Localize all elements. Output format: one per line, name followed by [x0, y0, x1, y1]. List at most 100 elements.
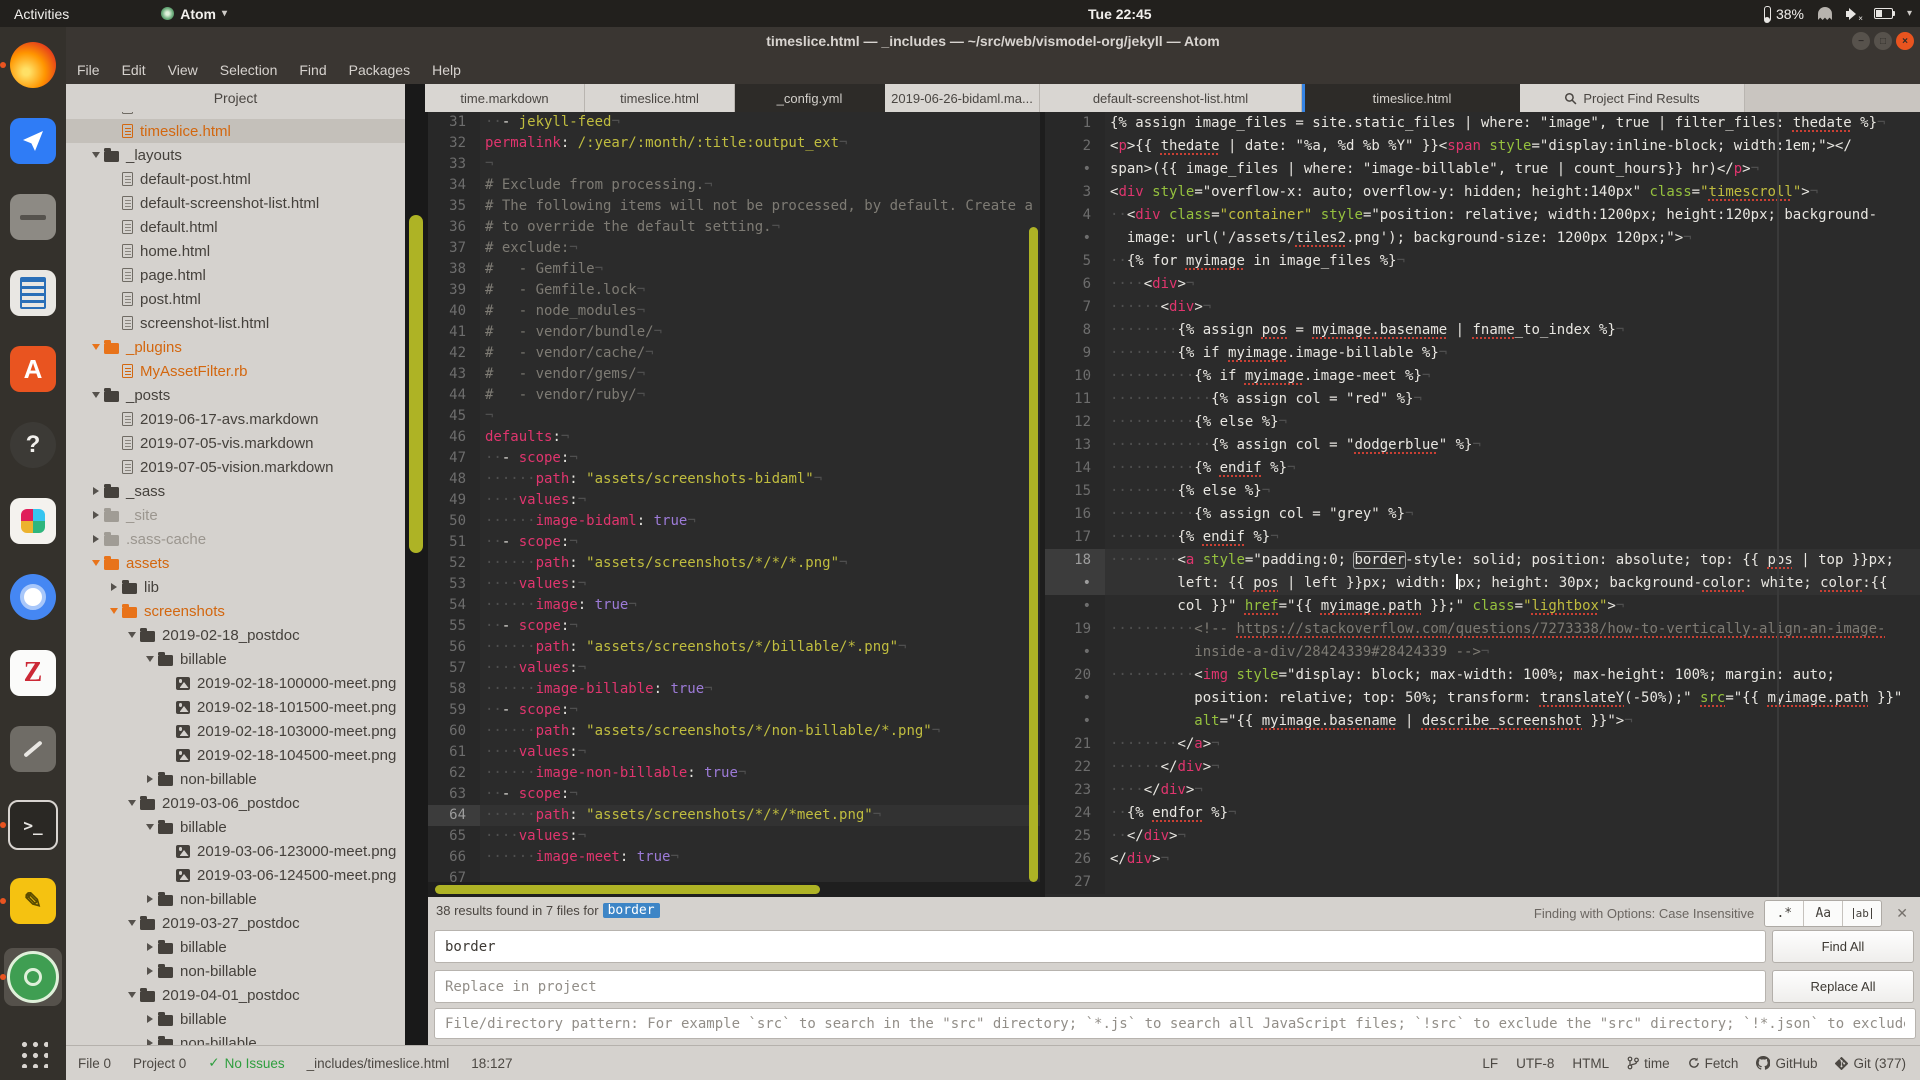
code-line[interactable]: 3<div style="overflow-x: auto; overflow-… — [1045, 181, 1920, 204]
dock-item-terminal[interactable]: >_ — [4, 796, 62, 854]
tab-default-screenshot-list-html[interactable]: default-screenshot-list.html — [1040, 84, 1302, 112]
maximize-button[interactable]: □ — [1874, 32, 1892, 50]
tree-item-home-html[interactable]: home.html — [66, 239, 405, 263]
tab-config-yml[interactable]: _config.yml — [735, 84, 885, 112]
tree-item-screenshots[interactable]: screenshots — [66, 599, 405, 623]
regex-option-button[interactable]: .* — [1765, 901, 1804, 926]
code-line[interactable]: 60······path: "assets/screenshots/*/non-… — [428, 721, 1040, 742]
code-line[interactable]: 22······</div>¬ — [1045, 756, 1920, 779]
editor-left-vertical-scrollbar[interactable] — [1029, 227, 1038, 882]
code-line[interactable]: • col }}" href="{{ myimage.path }};" cla… — [1045, 595, 1920, 618]
close-panel-icon[interactable]: ✕ — [1892, 905, 1912, 922]
code-line[interactable]: 21········</a>¬ — [1045, 733, 1920, 756]
tree-item-non-billable[interactable]: non-billable — [66, 767, 405, 791]
dock-item-archive[interactable] — [4, 188, 62, 246]
app-menu-button[interactable]: Atom ▾ — [161, 6, 227, 22]
menu-edit[interactable]: Edit — [111, 55, 157, 84]
code-line[interactable]: 4··<div class="container" style="positio… — [1045, 204, 1920, 227]
code-line[interactable]: 46defaults:¬ — [428, 427, 1040, 448]
code-line[interactable]: 64······path: "assets/screenshots/*/*/*m… — [428, 805, 1040, 826]
chevron-down-icon[interactable] — [88, 392, 104, 398]
chevron-down-icon[interactable] — [142, 656, 158, 662]
window-titlebar[interactable]: timeslice.html — _includes — ~/src/web/v… — [66, 27, 1920, 56]
tree-item-post-html[interactable]: post.html — [66, 287, 405, 311]
code-line[interactable]: 11············{% assign col = "red" %}¬ — [1045, 388, 1920, 411]
code-line[interactable]: 26</div>¬ — [1045, 848, 1920, 871]
status-lf[interactable]: LF — [1482, 1056, 1498, 1071]
tree-item-2019-03-06-124500-meet-png[interactable]: 2019-03-06-124500-meet.png — [66, 863, 405, 887]
code-line[interactable]: 20··········<img style="display: block; … — [1045, 664, 1920, 687]
code-line[interactable]: 42# - vendor/cache/¬ — [428, 343, 1040, 364]
code-line[interactable]: 17········{% endif %}¬ — [1045, 526, 1920, 549]
code-line[interactable]: 8········{% assign pos = myimage.basenam… — [1045, 319, 1920, 342]
status-18-127[interactable]: 18:127 — [471, 1056, 512, 1071]
editor-left-horizontal-scrollbar[interactable] — [435, 885, 820, 894]
code-line[interactable]: 15········{% else %}¬ — [1045, 480, 1920, 503]
chevron-right-icon[interactable] — [88, 511, 104, 519]
whole-word-option-button[interactable]: ab — [1843, 901, 1881, 926]
tree-item-default-screenshot-list-html[interactable]: default-screenshot-list.html — [66, 191, 405, 215]
chevron-right-icon[interactable] — [142, 967, 158, 975]
code-line[interactable]: 51··- scope:¬ — [428, 532, 1040, 553]
code-line[interactable]: 31··- jekyll-feed¬ — [428, 112, 1040, 133]
code-line[interactable]: 2<p>{{ thedate | date: "%a, %d %b %Y" }}… — [1045, 135, 1920, 158]
dock-item-chromium[interactable] — [4, 568, 62, 626]
clock[interactable]: Tue 22:45 — [1088, 0, 1152, 27]
tree-item-sass[interactable]: _sass — [66, 479, 405, 503]
code-line[interactable]: 50······image-bidaml: true¬ — [428, 511, 1040, 532]
chevron-down-icon[interactable] — [124, 632, 140, 638]
status-time[interactable]: time — [1627, 1056, 1670, 1071]
tree-item-2019-06-17-avs-markdown[interactable]: 2019-06-17-avs.markdown — [66, 407, 405, 431]
editor-right-code[interactable]: 1{% assign image_files = site.static_fil… — [1045, 112, 1920, 894]
code-line[interactable]: 23····</div>¬ — [1045, 779, 1920, 802]
status-utf-8[interactable]: UTF-8 — [1516, 1056, 1554, 1071]
code-line[interactable]: 9········{% if myimage.image-billable %}… — [1045, 342, 1920, 365]
chevron-down-icon[interactable] — [88, 344, 104, 350]
code-line[interactable]: • position: relative; top: 50%; transfor… — [1045, 687, 1920, 710]
code-line[interactable]: 27 — [1045, 871, 1920, 894]
menu-view[interactable]: View — [157, 55, 209, 84]
code-line[interactable]: 14··········{% endif %}¬ — [1045, 457, 1920, 480]
code-line[interactable]: 35# The following items will not be proc… — [428, 196, 1040, 217]
code-line[interactable]: 7······<div>¬ — [1045, 296, 1920, 319]
tree-item-myassetfilter-rb[interactable]: MyAssetFilter.rb — [66, 359, 405, 383]
chevron-right-icon[interactable] — [142, 775, 158, 783]
tree-item-page-html[interactable]: page.html — [66, 263, 405, 287]
code-line[interactable]: 48······path: "assets/screenshots-bidaml… — [428, 469, 1040, 490]
tree-item-non-billable[interactable]: non-billable — [66, 959, 405, 983]
activities-button[interactable]: Activities — [0, 0, 83, 27]
status-html[interactable]: HTML — [1572, 1056, 1609, 1071]
tree-item-screenshot-list-html[interactable]: screenshot-list.html — [66, 311, 405, 335]
dock-item-xpad[interactable]: ✎ — [4, 872, 62, 930]
tree-item-timeslice-html[interactable]: timeslice.html — [66, 119, 405, 143]
code-line[interactable]: • left: {{ pos | left }}px; width: px; h… — [1045, 572, 1920, 595]
code-line[interactable]: 54······image: true¬ — [428, 595, 1040, 616]
file-pattern-input[interactable] — [434, 1008, 1916, 1039]
code-line[interactable]: 57····values:¬ — [428, 658, 1040, 679]
code-line[interactable]: 44# - vendor/ruby/¬ — [428, 385, 1040, 406]
minimize-button[interactable]: − — [1852, 32, 1870, 50]
show-applications-button[interactable] — [18, 1038, 48, 1068]
status-project-0[interactable]: Project 0 — [133, 1056, 186, 1071]
code-line[interactable]: • alt="{{ myimage.basename | describe_sc… — [1045, 710, 1920, 733]
tab-time-markdown[interactable]: time.markdown — [425, 84, 585, 112]
code-line[interactable]: 61····values:¬ — [428, 742, 1040, 763]
chevron-right-icon[interactable] — [142, 1015, 158, 1023]
dock-item-firefox[interactable] — [4, 36, 62, 94]
tree-item-billable[interactable]: billable — [66, 815, 405, 839]
tab-timeslice-html[interactable]: timeslice.html — [1302, 84, 1520, 112]
code-line[interactable]: 65····values:¬ — [428, 826, 1040, 847]
menu-help[interactable]: Help — [421, 55, 472, 84]
code-line[interactable]: 43# - vendor/gems/¬ — [428, 364, 1040, 385]
code-line[interactable]: 5··{% for myimage in image_files %}¬ — [1045, 250, 1920, 273]
close-button[interactable]: × — [1896, 32, 1914, 50]
chevron-down-icon[interactable] — [124, 920, 140, 926]
code-line[interactable]: 37# exclude:¬ — [428, 238, 1040, 259]
tree-item-2019-02-18-100000-meet-png[interactable]: 2019-02-18-100000-meet.png — [66, 671, 405, 695]
code-line[interactable]: 25··</div>¬ — [1045, 825, 1920, 848]
code-line[interactable]: 36# to override the default setting.¬ — [428, 217, 1040, 238]
tree-item-billable[interactable]: billable — [66, 935, 405, 959]
editor-left-code[interactable]: 31··- jekyll-feed¬32permalink: /:year/:m… — [428, 112, 1040, 889]
code-line[interactable]: 32permalink: /:year/:month/:title:output… — [428, 133, 1040, 154]
status-no-issues[interactable]: ✓No Issues — [208, 1055, 284, 1071]
